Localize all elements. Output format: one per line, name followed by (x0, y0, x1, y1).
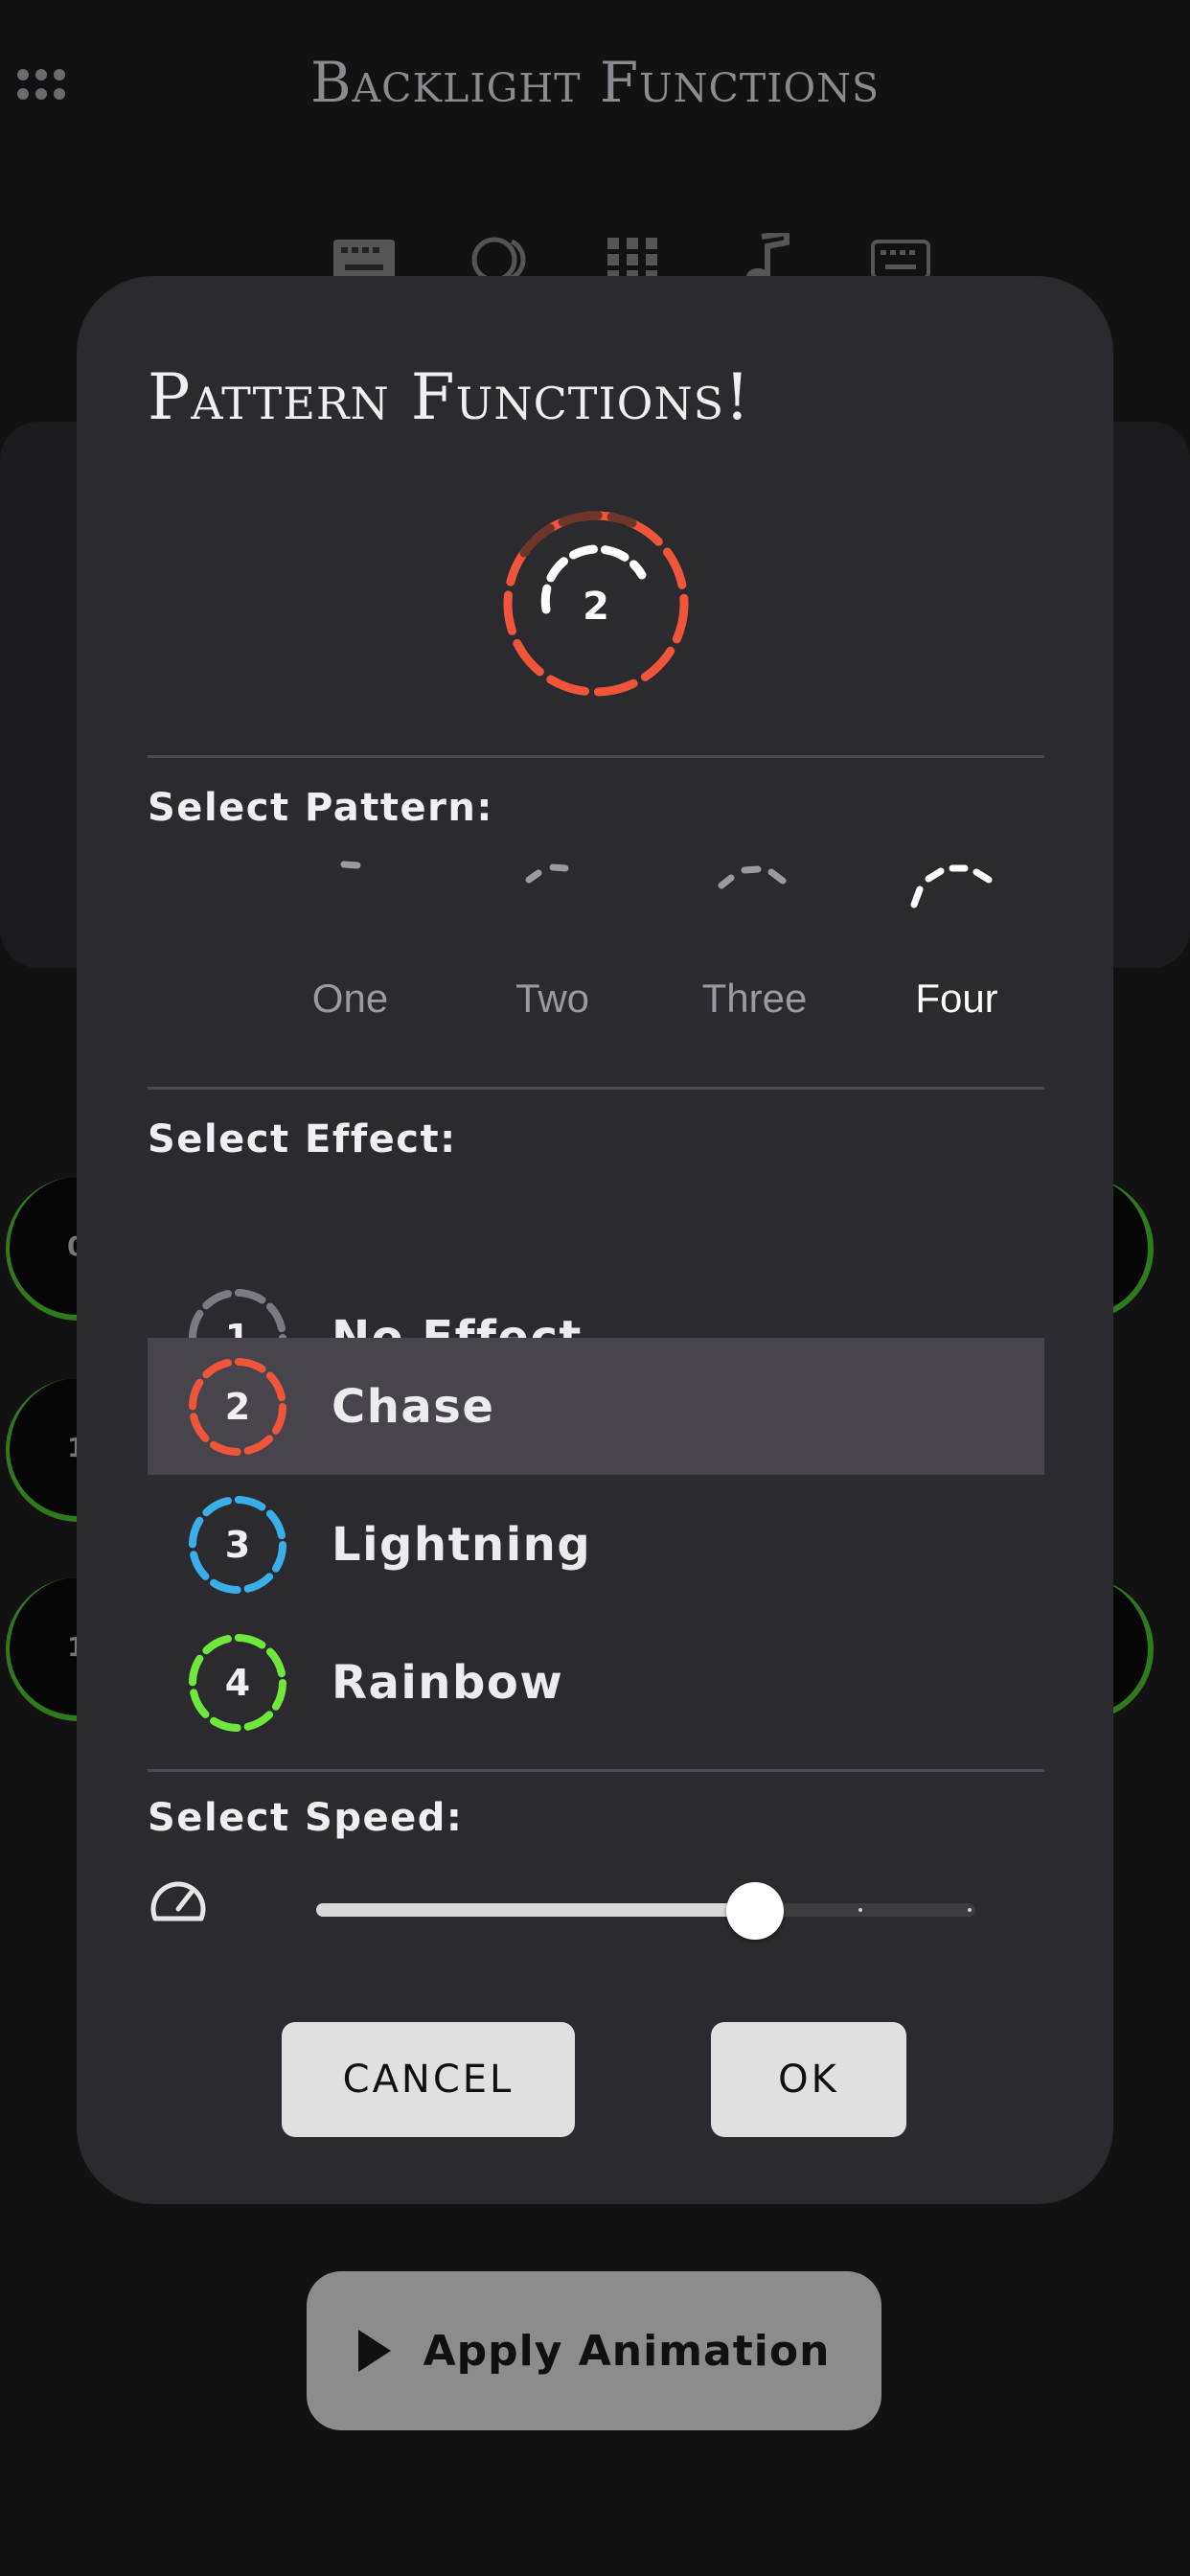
play-icon (357, 2330, 391, 2372)
select-pattern-label: Select Pattern: (148, 786, 493, 830)
effect-number-icon: 3 (186, 1493, 289, 1597)
divider (148, 1087, 1044, 1090)
select-speed-label: Select Speed: (148, 1796, 464, 1840)
dialog-title: Pattern Functions! (148, 360, 751, 434)
slider-tick (858, 1908, 862, 1912)
pattern-preview-icon: 2 (498, 506, 694, 702)
speed-slider-thumb[interactable] (725, 1882, 784, 1940)
pattern-option-four[interactable]: Four (856, 851, 1058, 1024)
pattern-option-three[interactable]: Three (653, 851, 856, 1024)
divider (148, 1769, 1044, 1772)
effect-option-chase[interactable]: 2 Chase (148, 1338, 1044, 1475)
effect-option-rainbow[interactable]: 4 Rainbow (148, 1614, 1044, 1751)
cancel-button[interactable]: CANCEL (282, 2022, 575, 2137)
effect-option-lightning[interactable]: 3 Lightning (148, 1476, 1044, 1613)
pattern-option-one[interactable]: One (249, 851, 451, 1024)
ok-button[interactable]: OK (711, 2022, 906, 2137)
preview-number: 2 (583, 585, 609, 629)
effect-number-icon: 2 (186, 1355, 289, 1459)
pattern-selector: One Two Three Four (249, 851, 1073, 1024)
speed-slider[interactable] (316, 1882, 975, 1940)
slider-tick (968, 1908, 972, 1912)
speed-slider-fill (316, 1903, 755, 1917)
page-title: Backlight Functions (309, 50, 881, 115)
pattern-option-two[interactable]: Two (451, 851, 653, 1024)
pattern-functions-dialog: Pattern Functions! 2 Select Pattern: One… (77, 276, 1113, 2204)
divider (148, 755, 1044, 758)
speedometer-icon (148, 1873, 209, 1930)
effect-number-icon: 4 (186, 1631, 289, 1735)
select-effect-label: Select Effect: (148, 1117, 457, 1162)
speed-control (148, 1873, 1044, 1949)
apply-animation-button[interactable]: Apply Animation (307, 2271, 881, 2430)
